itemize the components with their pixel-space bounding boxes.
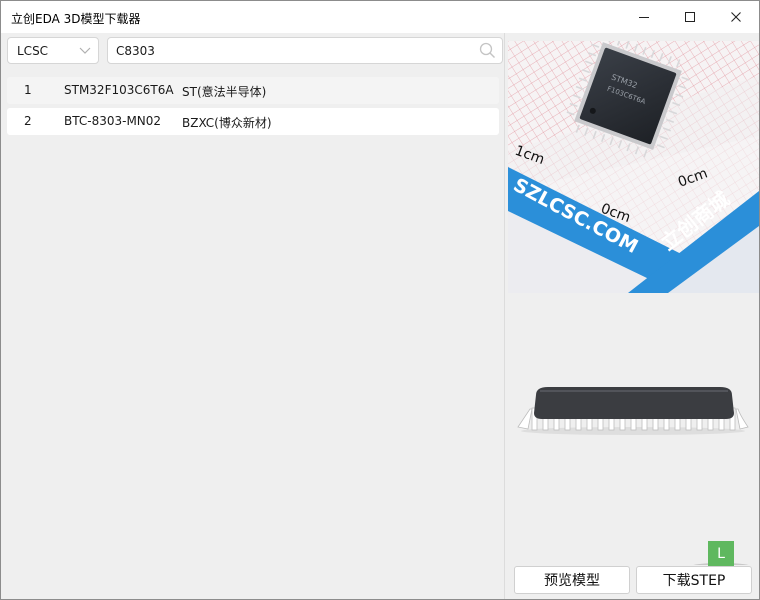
row-part-number: BTC-8303-MN02 [64,114,162,128]
minimize-icon [639,17,649,18]
search-input[interactable] [116,42,471,59]
3d-viewer[interactable]: L [508,295,759,571]
table-row[interactable]: 2 BTC-8303-MN02 BZXC(博众新材) [7,108,499,135]
axis-indicator: L [708,541,734,567]
preview-model-button[interactable]: 预览模型 [514,566,630,594]
maximize-icon [685,12,695,22]
chevron-down-icon [79,47,91,54]
close-button[interactable] [713,1,759,33]
source-select-value: LCSC [17,44,49,58]
row-manufacturer: BZXC(博众新材) [182,116,272,130]
axis-label: L [717,546,725,562]
app-window: 立创EDA 3D模型下载器 LCSC 1 STM32F103C6T6A [0,0,760,600]
title-bar: 立创EDA 3D模型下载器 [1,1,759,33]
search-icon[interactable] [479,42,496,59]
close-icon [731,12,741,22]
row-part-number: STM32F103C6T6A [64,83,174,97]
row-index: 2 [24,114,32,128]
minimize-button[interactable] [621,1,667,33]
table-row[interactable]: 1 STM32F103C6T6A ST(意法半导体) [7,77,499,104]
window-title: 立创EDA 3D模型下载器 [11,12,141,26]
search-box[interactable] [107,37,503,64]
main-content: LCSC 1 STM32F103C6T6A ST(意法半导体) 2 BTC-83… [1,33,759,599]
download-step-button[interactable]: 下载STEP [636,566,752,594]
component-photo: STM32 F103C6T6A 1cm 0cm 0cm SZLCSC.COM 立… [508,41,759,293]
maximize-button[interactable] [667,1,713,33]
row-manufacturer: ST(意法半导体) [182,85,267,99]
results-list: 1 STM32F103C6T6A ST(意法半导体) 2 BTC-8303-MN… [7,77,499,139]
row-index: 1 [24,83,32,97]
panel-divider [504,33,505,599]
source-select[interactable]: LCSC [7,37,99,64]
